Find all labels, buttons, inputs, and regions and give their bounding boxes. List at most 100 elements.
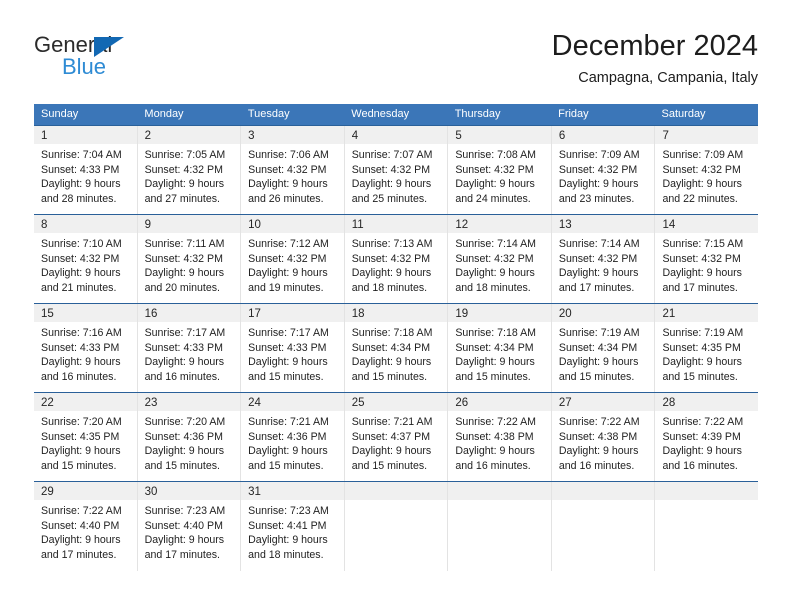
day-number: 1	[41, 130, 48, 142]
sunrise-text: Sunrise: 7:21 AM	[248, 416, 329, 428]
day-number-band: 20	[551, 304, 655, 322]
day-number: 9	[144, 219, 151, 231]
day-details: Sunrise: 7:23 AM Sunset: 4:41 PM Dayligh…	[241, 500, 344, 562]
sunset-text: Sunset: 4:37 PM	[351, 430, 431, 443]
day-cell[interactable]: 12 Sunrise: 7:14 AM Sunset: 4:32 PM Dayl…	[448, 215, 552, 303]
daylight-text: Daylight: 9 hours	[351, 445, 432, 458]
sunset-text: Sunset: 4:39 PM	[662, 430, 741, 443]
day-details: Sunrise: 7:10 AM Sunset: 4:32 PM Dayligh…	[34, 233, 137, 295]
day-cell[interactable]: 25 Sunrise: 7:21 AM Sunset: 4:37 PM Dayl…	[344, 393, 449, 481]
day-cell[interactable]: 31 Sunrise: 7:23 AM Sunset: 4:41 PM Dayl…	[241, 482, 345, 571]
day-cell[interactable]: 29 Sunrise: 7:22 AM Sunset: 4:40 PM Dayl…	[34, 482, 138, 571]
day-cell[interactable]: 17 Sunrise: 7:17 AM Sunset: 4:33 PM Dayl…	[241, 304, 345, 392]
daylight-minutes-text: and 15 minutes.	[351, 370, 428, 383]
day-cell[interactable]: 11 Sunrise: 7:13 AM Sunset: 4:32 PM Dayl…	[344, 215, 449, 303]
sunrise-text: Sunrise: 7:16 AM	[41, 327, 122, 339]
daylight-minutes-text: and 15 minutes.	[351, 459, 428, 472]
daylight-text: Daylight: 9 hours	[558, 267, 639, 280]
day-details: Sunrise: 7:14 AM Sunset: 4:32 PM Dayligh…	[552, 233, 655, 295]
weekday-tuesday: Tuesday	[247, 108, 290, 120]
day-number-band: 12	[448, 215, 551, 233]
day-number: 8	[41, 219, 48, 231]
title-block: December 2024 Campagna, Campania, Italy	[552, 28, 758, 89]
sunset-text: Sunset: 4:32 PM	[662, 252, 741, 265]
sunrise-text: Sunrise: 7:17 AM	[248, 327, 329, 339]
day-number-band	[344, 482, 448, 500]
day-details: Sunrise: 7:20 AM Sunset: 4:35 PM Dayligh…	[34, 411, 137, 473]
daylight-text: Daylight: 9 hours	[248, 267, 328, 280]
day-cell[interactable]: 9 Sunrise: 7:11 AM Sunset: 4:32 PM Dayli…	[137, 215, 242, 303]
day-cell[interactable]: 2 Sunrise: 7:05 AM Sunset: 4:32 PM Dayli…	[137, 126, 242, 214]
daylight-text: Daylight: 9 hours	[41, 534, 121, 547]
day-cell[interactable]: 23 Sunrise: 7:20 AM Sunset: 4:36 PM Dayl…	[137, 393, 242, 481]
day-cell[interactable]: 7 Sunrise: 7:09 AM Sunset: 4:32 PM Dayli…	[655, 126, 759, 214]
day-cell[interactable]: 6 Sunrise: 7:09 AM Sunset: 4:32 PM Dayli…	[551, 126, 656, 214]
day-cell[interactable]: 28 Sunrise: 7:22 AM Sunset: 4:39 PM Dayl…	[655, 393, 759, 481]
day-cell[interactable]: 8 Sunrise: 7:10 AM Sunset: 4:32 PM Dayli…	[34, 215, 138, 303]
day-cell[interactable]: 27 Sunrise: 7:22 AM Sunset: 4:38 PM Dayl…	[551, 393, 656, 481]
day-cell[interactable]: 22 Sunrise: 7:20 AM Sunset: 4:35 PM Dayl…	[34, 393, 138, 481]
daylight-minutes-text: and 18 minutes.	[455, 281, 531, 294]
day-number-band: 1	[34, 126, 137, 144]
day-number: 6	[558, 130, 566, 142]
day-cell[interactable]: 21 Sunrise: 7:19 AM Sunset: 4:35 PM Dayl…	[655, 304, 759, 392]
day-cell[interactable]: 20 Sunrise: 7:19 AM Sunset: 4:34 PM Dayl…	[551, 304, 656, 392]
day-number-band: 13	[551, 215, 655, 233]
day-number-band: 10	[241, 215, 344, 233]
day-cell[interactable]: 10 Sunrise: 7:12 AM Sunset: 4:32 PM Dayl…	[241, 215, 345, 303]
day-details: Sunrise: 7:18 AM Sunset: 4:34 PM Dayligh…	[345, 322, 448, 384]
general-blue-logo[interactable]: General Blue	[34, 32, 234, 90]
day-cell[interactable]: 26 Sunrise: 7:22 AM Sunset: 4:38 PM Dayl…	[448, 393, 552, 481]
daylight-minutes-text: and 28 minutes.	[41, 192, 117, 205]
sunrise-text: Sunrise: 7:18 AM	[455, 327, 536, 339]
day-number-band: 11	[344, 215, 448, 233]
day-number-band: 25	[344, 393, 448, 411]
sunrise-text: Sunrise: 7:13 AM	[351, 238, 433, 250]
daylight-minutes-text: and 20 minutes.	[144, 281, 220, 294]
day-details: Sunrise: 7:12 AM Sunset: 4:32 PM Dayligh…	[241, 233, 344, 295]
daylight-minutes-text: and 16 minutes.	[558, 459, 635, 472]
day-details: Sunrise: 7:16 AM Sunset: 4:33 PM Dayligh…	[34, 322, 137, 384]
day-number-band: 14	[655, 215, 759, 233]
sunset-text: Sunset: 4:35 PM	[41, 430, 120, 443]
day-cell[interactable]: 14 Sunrise: 7:15 AM Sunset: 4:32 PM Dayl…	[655, 215, 759, 303]
daylight-minutes-text: and 18 minutes.	[248, 548, 324, 561]
sunrise-text: Sunrise: 7:09 AM	[558, 149, 640, 161]
sunset-text: Sunset: 4:32 PM	[144, 252, 223, 265]
day-number: 31	[248, 486, 261, 498]
day-number: 28	[662, 397, 676, 409]
sunrise-text: Sunrise: 7:22 AM	[41, 505, 122, 517]
day-number-band: 22	[34, 393, 137, 411]
day-cell[interactable]: 24 Sunrise: 7:21 AM Sunset: 4:36 PM Dayl…	[241, 393, 345, 481]
sunset-text: Sunset: 4:34 PM	[455, 341, 534, 354]
weekday-wednesday: Wednesday	[351, 108, 410, 120]
day-number: 17	[248, 308, 261, 320]
day-cell[interactable]: 4 Sunrise: 7:07 AM Sunset: 4:32 PM Dayli…	[344, 126, 449, 214]
day-number-band: 18	[344, 304, 448, 322]
sunset-text: Sunset: 4:32 PM	[455, 252, 534, 265]
sunrise-text: Sunrise: 7:14 AM	[558, 238, 640, 250]
day-cell[interactable]: 13 Sunrise: 7:14 AM Sunset: 4:32 PM Dayl…	[551, 215, 656, 303]
sunset-text: Sunset: 4:38 PM	[558, 430, 638, 443]
daylight-minutes-text: and 16 minutes.	[144, 370, 220, 383]
day-number-band: 28	[655, 393, 759, 411]
daylight-text: Daylight: 9 hours	[144, 356, 225, 369]
day-details: Sunrise: 7:22 AM Sunset: 4:40 PM Dayligh…	[34, 500, 137, 562]
day-number: 25	[351, 397, 365, 409]
daylight-minutes-text: and 16 minutes.	[662, 459, 738, 472]
daylight-text: Daylight: 9 hours	[455, 445, 535, 458]
day-number: 22	[41, 397, 54, 409]
day-cell[interactable]: 5 Sunrise: 7:08 AM Sunset: 4:32 PM Dayli…	[448, 126, 552, 214]
daylight-minutes-text: and 16 minutes.	[455, 459, 531, 472]
day-cell[interactable]: 30 Sunrise: 7:23 AM Sunset: 4:40 PM Dayl…	[137, 482, 242, 571]
sunset-text: Sunset: 4:32 PM	[248, 163, 327, 176]
day-cell[interactable]: 18 Sunrise: 7:18 AM Sunset: 4:34 PM Dayl…	[344, 304, 449, 392]
day-cell[interactable]: 16 Sunrise: 7:17 AM Sunset: 4:33 PM Dayl…	[137, 304, 242, 392]
day-cell[interactable]: 19 Sunrise: 7:18 AM Sunset: 4:34 PM Dayl…	[448, 304, 552, 392]
week-row: 1 Sunrise: 7:04 AM Sunset: 4:33 PM Dayli…	[34, 125, 759, 214]
logo-word-blue: Blue	[62, 54, 107, 79]
day-cell[interactable]: 15 Sunrise: 7:16 AM Sunset: 4:33 PM Dayl…	[34, 304, 138, 392]
sunrise-text: Sunrise: 7:06 AM	[248, 149, 329, 161]
day-cell[interactable]: 3 Sunrise: 7:06 AM Sunset: 4:32 PM Dayli…	[241, 126, 345, 214]
day-cell[interactable]: 1 Sunrise: 7:04 AM Sunset: 4:33 PM Dayli…	[34, 126, 138, 214]
